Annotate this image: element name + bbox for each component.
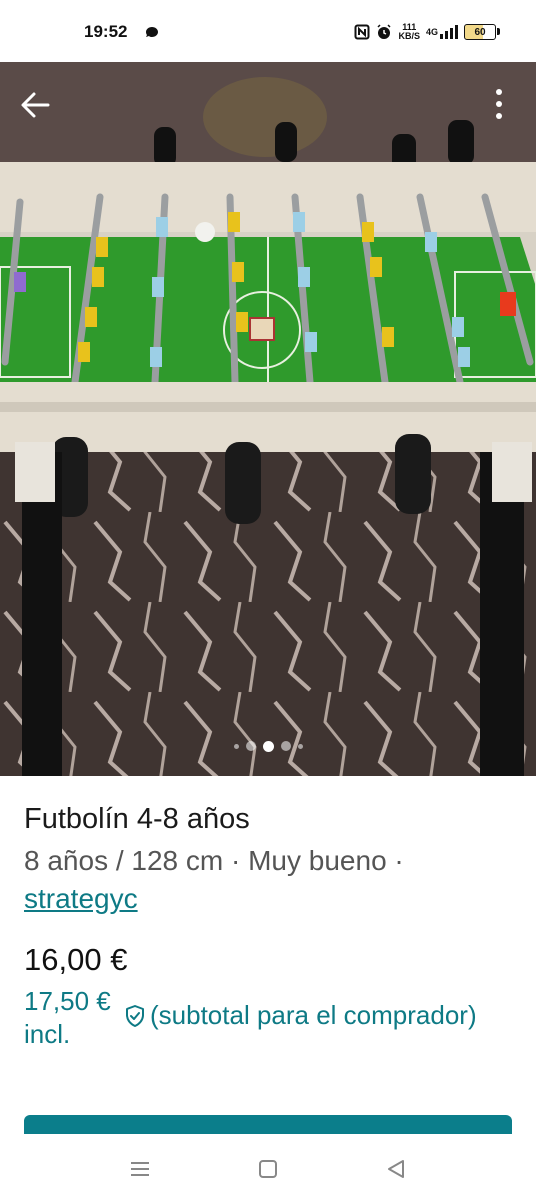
back-triangle-icon[interactable] <box>381 1154 411 1184</box>
battery-indicator: 60 <box>464 24 500 40</box>
item-details: 8 años / 128 cm · Muy bueno · strategyc <box>24 842 524 918</box>
foosball-table-image <box>0 62 536 776</box>
carousel-dot[interactable] <box>280 741 291 751</box>
carousel-dot[interactable] <box>245 741 256 751</box>
seller-link[interactable]: strategyc <box>24 883 138 914</box>
item-title: Futbolín 4-8 años <box>24 803 250 835</box>
status-icons: 111 KB/S 4G 60 <box>354 20 500 44</box>
nfc-icon <box>354 24 370 40</box>
carousel-dot-active[interactable] <box>262 740 274 752</box>
item-price: 16,00 € <box>24 942 128 977</box>
network-speed: 111 KB/S <box>398 23 420 41</box>
signal-icon: 4G <box>426 25 458 39</box>
status-time: 19:52 <box>84 22 128 41</box>
listing-photo[interactable] <box>0 62 536 776</box>
more-vertical-icon[interactable] <box>486 86 512 122</box>
buyer-protection-label: (subtotal para el comprador) <box>150 1000 477 1030</box>
menu-icon[interactable] <box>125 1154 155 1184</box>
navigation-bar <box>0 1134 536 1200</box>
carousel-indicator <box>0 740 536 752</box>
carousel-dot[interactable] <box>297 743 303 749</box>
price-with-protection: 17,50 € incl. <box>24 986 111 1049</box>
home-square-icon[interactable] <box>253 1154 283 1184</box>
back-arrow-icon[interactable] <box>18 88 52 122</box>
speed-unit: KB/S <box>398 31 420 41</box>
status-bar: 19:52 111 KB/S 4G 60 <box>0 0 536 62</box>
network-type: 4G <box>425 26 438 37</box>
alarm-icon <box>376 24 392 40</box>
buyer-protection-info[interactable]: (subtotal para el comprador) <box>124 1000 477 1031</box>
item-size-condition: 8 años / 128 cm · Muy bueno · <box>24 845 404 876</box>
shield-check-icon <box>126 1004 144 1027</box>
carousel-dot[interactable] <box>233 743 239 749</box>
notification-app-icon <box>146 27 158 37</box>
